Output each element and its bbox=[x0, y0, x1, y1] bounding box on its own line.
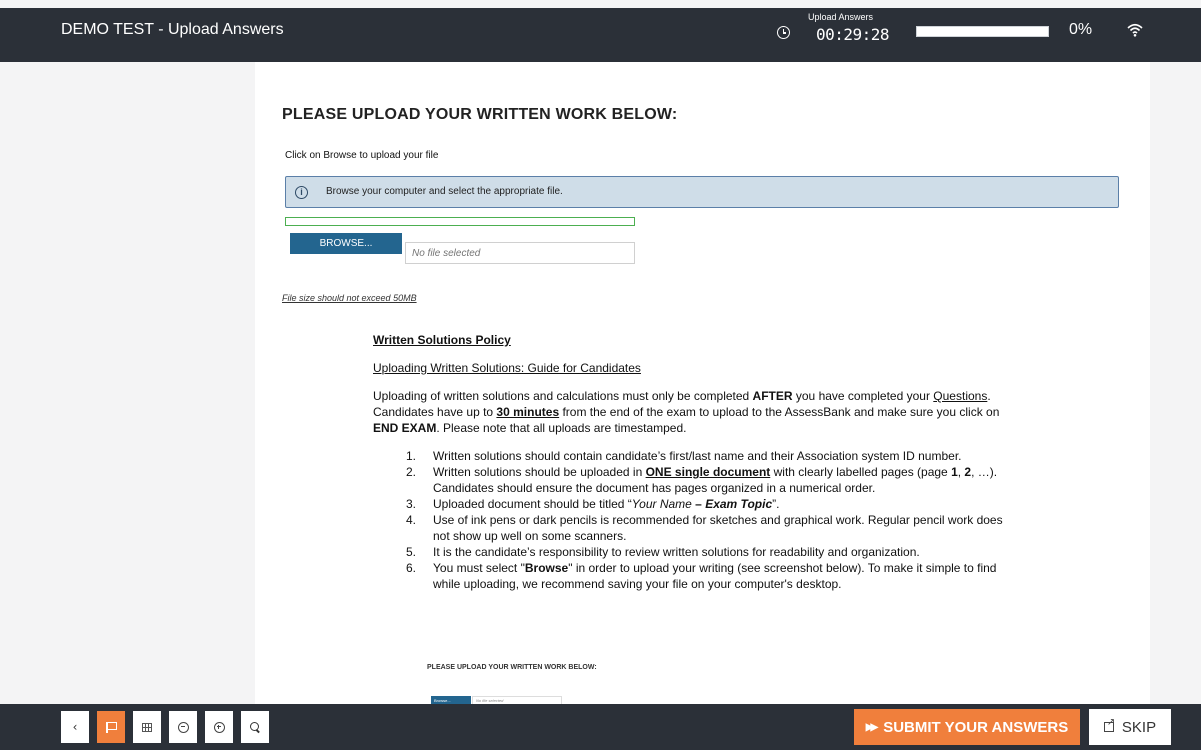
timer-label: Upload Answers bbox=[808, 12, 874, 22]
example-heading: PLEASE UPLOAD YOUR WRITTEN WORK BELOW: bbox=[427, 664, 597, 671]
chevron-left-icon: ‹ bbox=[72, 720, 78, 734]
list-item: 2. Written solutions should be uploaded i… bbox=[406, 465, 998, 495]
fast-forward-icon: ▶▶ bbox=[865, 721, 879, 733]
clock-icon bbox=[777, 26, 790, 39]
example-screenshot: PLEASE UPLOAD YOUR WRITTEN WORK BELOW: B… bbox=[427, 664, 627, 704]
file-size-note: File size should not exceed 50MB bbox=[282, 293, 417, 303]
external-link-icon bbox=[1103, 717, 1115, 732]
upload-panel: PLEASE UPLOAD YOUR WRITTEN WORK BELOW: C… bbox=[255, 62, 1150, 704]
search-button[interactable] bbox=[241, 711, 269, 743]
skip-button[interactable]: SKIP bbox=[1089, 709, 1171, 745]
search-icon bbox=[250, 722, 260, 732]
example-browse-button: Browse... bbox=[431, 696, 471, 704]
timer-value: 00:29:28 bbox=[816, 25, 890, 44]
info-icon: i bbox=[295, 186, 308, 199]
policy-intro: Uploading of written solutions and calcu… bbox=[373, 389, 1000, 435]
zoom-in-icon bbox=[213, 721, 225, 733]
submit-answers-button[interactable]: ▶▶ SUBMIT YOUR ANSWERS bbox=[854, 709, 1080, 745]
policy-list: 1. Written solutions should contain candi… bbox=[406, 448, 1013, 592]
policy-document: Written Solutions Policy Uploading Writt… bbox=[373, 332, 1013, 592]
previous-button[interactable]: ‹ bbox=[61, 711, 89, 743]
upload-instruction: Click on Browse to upload your file bbox=[285, 150, 439, 161]
upload-progress-bar bbox=[285, 217, 635, 226]
info-box: i Browse your computer and select the ap… bbox=[285, 176, 1119, 208]
policy-title: Written Solutions Policy bbox=[373, 333, 511, 347]
policy-subtitle: Uploading Written Solutions: Guide for C… bbox=[373, 361, 641, 375]
grid-view-button[interactable] bbox=[133, 711, 161, 743]
browse-button[interactable]: BROWSE... bbox=[290, 233, 402, 254]
skip-label: SKIP bbox=[1121, 718, 1157, 736]
header-bar: DEMO TEST - Upload Answers Upload Answer… bbox=[0, 8, 1201, 62]
zoom-in-button[interactable] bbox=[205, 711, 233, 743]
grid-icon bbox=[142, 722, 152, 732]
zoom-out-button[interactable] bbox=[169, 711, 197, 743]
info-text: Browse your computer and select the appr… bbox=[326, 186, 563, 197]
file-name-field[interactable] bbox=[405, 242, 635, 264]
list-item: 4. Use of ink pens or dark pencils is rec… bbox=[406, 513, 1003, 543]
progress-percent: 0% bbox=[1069, 21, 1093, 38]
zoom-out-icon bbox=[177, 721, 189, 733]
flag-icon bbox=[106, 722, 117, 733]
wifi-icon bbox=[1127, 23, 1143, 37]
list-item: 5. It is the candidate’s responsibility t… bbox=[406, 545, 920, 559]
submit-label: SUBMIT YOUR ANSWERS bbox=[883, 718, 1069, 736]
footer-toolbar: ‹ ▶▶ SUBMIT YOUR ANSWERS SKIP bbox=[0, 704, 1201, 750]
example-file-field: No file selected bbox=[472, 696, 562, 704]
upload-heading: PLEASE UPLOAD YOUR WRITTEN WORK BELOW: bbox=[282, 106, 678, 123]
list-item: 3. Uploaded document should be titled “Yo… bbox=[406, 497, 780, 511]
progress-bar bbox=[916, 26, 1049, 37]
list-item: 6. You must select "Browse" in order to u… bbox=[406, 561, 997, 591]
page-title: DEMO TEST - Upload Answers bbox=[61, 21, 284, 38]
flag-button[interactable] bbox=[97, 711, 125, 743]
list-item: 1. Written solutions should contain candi… bbox=[406, 449, 962, 463]
